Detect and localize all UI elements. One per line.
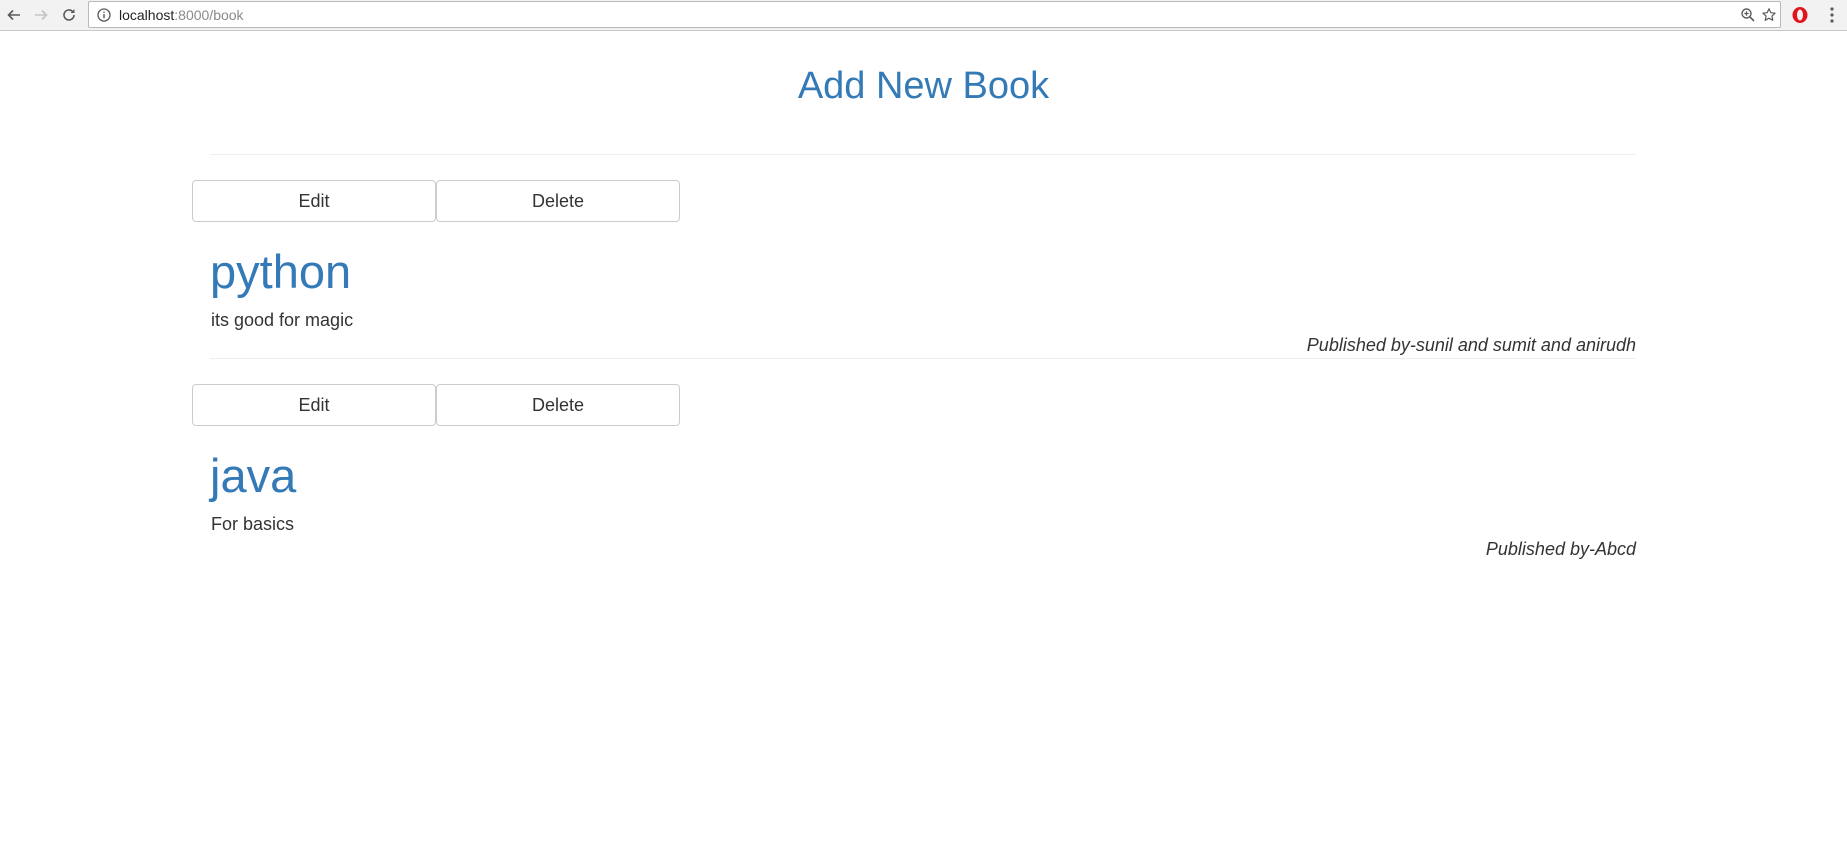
url-host: localhost — [119, 7, 175, 23]
info-icon[interactable] — [96, 7, 112, 23]
reload-icon — [63, 9, 75, 21]
add-new-book-link[interactable]: Add New Book — [0, 64, 1847, 108]
url-path: :8000/book — [174, 7, 244, 23]
delete-button[interactable]: Delete — [436, 384, 680, 426]
opera-icon[interactable] — [1790, 5, 1810, 25]
edit-button[interactable]: Edit — [192, 180, 436, 222]
back-button[interactable] — [2, 3, 26, 27]
delete-button[interactable]: Delete — [436, 180, 680, 222]
browser-toolbar: localhost:8000/book — [0, 0, 1847, 31]
back-arrow-icon — [7, 9, 20, 21]
address-bar[interactable]: localhost:8000/book — [88, 1, 1781, 28]
book-title: python — [210, 245, 352, 298]
book-publisher: Published by-Abcd — [1485, 539, 1636, 559]
book-description: For basics — [211, 514, 295, 534]
url-text[interactable]: localhost:8000/book — [119, 8, 244, 23]
divider — [210, 154, 1636, 155]
menu-dots-icon[interactable] — [1826, 5, 1838, 25]
reload-button[interactable] — [57, 3, 81, 27]
forward-arrow-icon — [35, 9, 48, 21]
book-description: its good for magic — [211, 310, 354, 330]
divider — [210, 358, 1636, 359]
zoom-icon[interactable] — [1740, 7, 1756, 23]
star-icon[interactable] — [1761, 7, 1777, 23]
edit-button[interactable]: Edit — [192, 384, 436, 426]
forward-button[interactable] — [29, 3, 53, 27]
book-title: java — [210, 449, 297, 502]
book-publisher: Published by-sunil and sumit and anirudh — [1306, 335, 1636, 355]
